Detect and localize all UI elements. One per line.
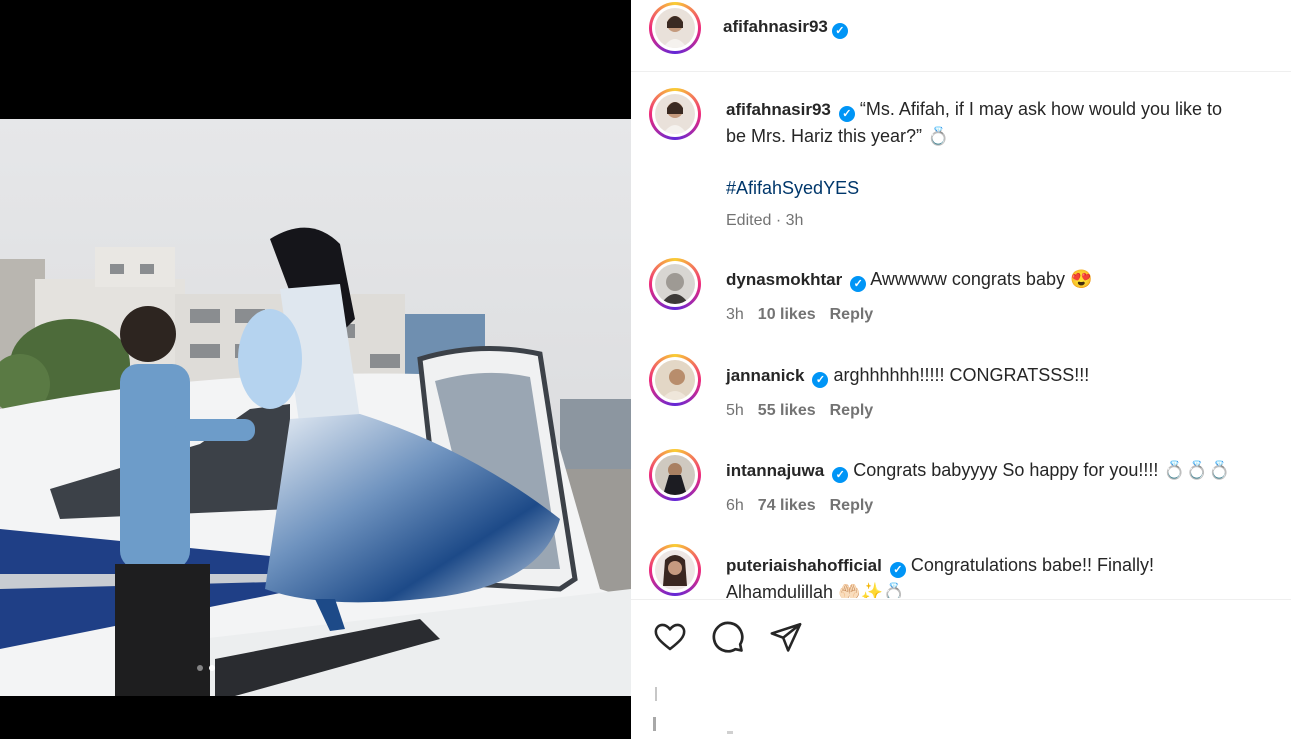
carousel-dot[interactable] <box>197 665 203 671</box>
comment-reply-button[interactable]: Reply <box>830 497 874 514</box>
verified-badge-icon: ✓ <box>889 562 906 578</box>
comment-time: 5h <box>726 402 744 419</box>
comment-reply-button[interactable]: Reply <box>830 306 874 323</box>
comment-likes[interactable]: 55 likes <box>758 402 816 419</box>
post-header: afifahnasir93 ✓ <box>631 0 1291 72</box>
comment-text-line1: Congratulations babe!! Finally! <box>910 555 1155 575</box>
comment-text: arghhhhhh!!!!! CONGRATSSS!!! <box>833 365 1090 385</box>
author-avatar[interactable] <box>649 2 701 54</box>
verified-badge-icon: ✓ <box>812 372 829 388</box>
carousel-dots <box>197 665 215 671</box>
post-media-panel <box>0 0 631 739</box>
commenter-username[interactable]: jannanick <box>726 366 804 385</box>
commenter-username[interactable]: intannajuwa <box>726 461 824 480</box>
comment-reply-button[interactable]: Reply <box>830 402 874 419</box>
verified-badge-icon: ✓ <box>832 467 849 483</box>
carousel-dot-active[interactable] <box>209 665 215 671</box>
commenter-avatar[interactable] <box>649 544 701 596</box>
verified-badge-icon: ✓ <box>850 276 867 292</box>
comment-bubble-icon[interactable] <box>711 620 745 654</box>
comment-time: 6h <box>726 497 744 514</box>
verified-badge-icon: ✓ <box>838 106 855 122</box>
post-side-panel: afifahnasir93 ✓ afifahnasir93 ✓ “Ms. Afifa… <box>631 0 1291 739</box>
caption-edited-meta: Edited · 3h <box>726 212 804 229</box>
commenter-username[interactable]: dynasmokhtar <box>726 270 842 289</box>
comments-list: afifahnasir93 ✓ “Ms. Afifah, if I may ask… <box>631 72 1291 598</box>
verified-badge-icon: ✓ <box>831 23 848 39</box>
paper-plane-icon[interactable] <box>769 620 803 654</box>
caption-author-avatar[interactable] <box>649 88 701 140</box>
comment-text: Congrats babyyyy So happy for you!!!! 💍💍… <box>853 460 1231 480</box>
likes-placeholder-mark <box>655 687 657 701</box>
caption-text-line2: be Mrs. Hariz this year?” 💍 <box>726 126 950 146</box>
caption-hashtag[interactable]: #AfifahSyedYES <box>726 178 859 198</box>
instagram-post-view: afifahnasir93 ✓ afifahnasir93 ✓ “Ms. Afifa… <box>0 0 1291 739</box>
commenter-username[interactable]: puteriaishahofficial <box>726 556 882 575</box>
add-comment-cursor <box>653 717 656 731</box>
post-action-bar <box>631 599 1291 680</box>
commenter-avatar[interactable] <box>649 449 701 501</box>
comment-text: Awwwww congrats baby 😍 <box>870 269 1093 289</box>
caption-text-line1: “Ms. Afifah, if I may ask how would you … <box>859 99 1223 119</box>
comment-time: 3h <box>726 306 744 323</box>
commenter-avatar[interactable] <box>649 354 701 406</box>
commenter-avatar[interactable] <box>649 258 701 310</box>
comment-text-line2: Alhamdulillah 🤲🏻✨💍 <box>726 582 906 598</box>
heart-icon[interactable] <box>653 620 687 654</box>
comment-likes[interactable]: 10 likes <box>758 306 816 323</box>
author-username[interactable]: afifahnasir93 <box>723 17 828 36</box>
caption-username[interactable]: afifahnasir93 <box>726 100 831 119</box>
add-comment-placeholder-mark <box>727 731 733 734</box>
post-photo[interactable] <box>0 119 631 696</box>
comment-likes[interactable]: 74 likes <box>758 497 816 514</box>
